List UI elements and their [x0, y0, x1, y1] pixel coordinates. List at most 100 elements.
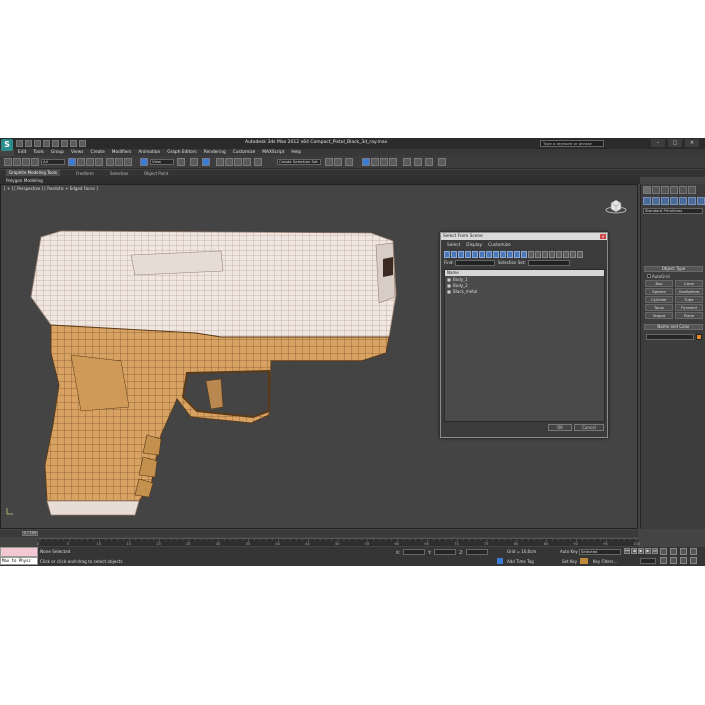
- undo-icon[interactable]: [4, 158, 12, 166]
- next-frame-icon[interactable]: ▶: [645, 548, 651, 554]
- motion-tab-icon[interactable]: [670, 186, 678, 194]
- children-icon[interactable]: [563, 251, 569, 258]
- object-color-swatch[interactable]: [696, 334, 702, 340]
- mirror-icon[interactable]: [325, 158, 333, 166]
- app-logo-icon[interactable]: S: [1, 139, 13, 151]
- menu-tools[interactable]: Tools: [33, 150, 44, 155]
- link-icon[interactable]: [13, 158, 21, 166]
- project-folder-icon[interactable]: [79, 140, 86, 147]
- autogrid-checkbox[interactable]: [647, 274, 651, 278]
- list-item[interactable]: Black_metal: [445, 289, 604, 295]
- list-view-icon[interactable]: [556, 251, 562, 258]
- cone-button[interactable]: Cone: [675, 280, 703, 287]
- pan-icon[interactable]: [670, 557, 677, 564]
- geosphere-button[interactable]: GeoSphere: [675, 288, 703, 295]
- material-editor-icon[interactable]: [389, 158, 397, 166]
- field-of-view-icon[interactable]: [660, 557, 667, 564]
- select-by-name-icon[interactable]: [77, 158, 85, 166]
- track-bar[interactable]: 0 5 10 15 20 25 30 35 40 45 50 55 60 65 70 75 80 85 90 95 10…: [37, 538, 640, 546]
- display-shapes-icon[interactable]: [451, 251, 457, 258]
- display-containers-icon[interactable]: [507, 251, 513, 258]
- previous-frame-icon[interactable]: ◀: [631, 548, 637, 554]
- viewcube[interactable]: [605, 198, 627, 214]
- select-rotate-icon[interactable]: [115, 158, 123, 166]
- pivot-center-icon[interactable]: [177, 158, 185, 166]
- menu-views[interactable]: Views: [71, 150, 83, 155]
- teapot-button[interactable]: Teapot: [645, 312, 673, 319]
- schematic-view-icon[interactable]: [380, 158, 388, 166]
- display-geometry-icon[interactable]: [444, 251, 450, 258]
- undo-icon[interactable]: [43, 140, 50, 147]
- tab-object-paint[interactable]: Object Paint: [144, 171, 168, 176]
- set-key-icon[interactable]: [580, 558, 588, 564]
- select-manipulate-icon[interactable]: [190, 158, 198, 166]
- torus-button[interactable]: Torus: [645, 304, 673, 311]
- time-slider[interactable]: 0 / 100: [0, 530, 638, 537]
- shapes-icon[interactable]: [652, 197, 660, 205]
- new-file-icon[interactable]: [16, 140, 23, 147]
- utilities-tab-icon[interactable]: [688, 186, 696, 194]
- name-column-header[interactable]: Name: [445, 270, 604, 276]
- minimize-button[interactable]: –: [651, 139, 665, 147]
- maxscript-input[interactable]: Max to Physc: [0, 557, 38, 565]
- select-move-icon[interactable]: [106, 158, 114, 166]
- reference-coord-icon[interactable]: [140, 158, 148, 166]
- reference-coord-dropdown[interactable]: View: [150, 159, 174, 165]
- render-teapot-icon[interactable]: [438, 158, 446, 166]
- angle-snap-icon[interactable]: [225, 158, 233, 166]
- open-file-icon[interactable]: [25, 140, 32, 147]
- sphere-button[interactable]: Sphere: [645, 288, 673, 295]
- display-none-icon[interactable]: [535, 251, 541, 258]
- selection-filter-dropdown[interactable]: All: [41, 159, 65, 165]
- bind-space-warp-icon[interactable]: [31, 158, 39, 166]
- menu-modifiers[interactable]: Modifiers: [112, 150, 132, 155]
- fetch-icon[interactable]: [70, 140, 77, 147]
- menu-maxscript[interactable]: MAXScript: [262, 150, 284, 155]
- menu-help[interactable]: Help: [291, 150, 301, 155]
- menu-graph-editors[interactable]: Graph Editors: [167, 150, 197, 155]
- keyboard-shortcut-toggle-icon[interactable]: [202, 158, 210, 166]
- curve-editor-icon[interactable]: [371, 158, 379, 166]
- dialog-menu-select[interactable]: Select: [447, 243, 460, 248]
- time-slider-thumb[interactable]: 0 / 100: [22, 531, 38, 536]
- dialog-menu-customize[interactable]: Customize: [488, 243, 511, 248]
- zoom-extents-all-icon[interactable]: [690, 548, 697, 555]
- modify-tab-icon[interactable]: [652, 186, 660, 194]
- pyramid-button[interactable]: Pyramid: [675, 304, 703, 311]
- tab-selection[interactable]: Selection: [110, 171, 128, 176]
- ribbon-panel-label[interactable]: Polygon Modeling: [6, 178, 43, 183]
- orbit-icon[interactable]: [680, 557, 687, 564]
- current-frame-field[interactable]: [640, 558, 656, 564]
- time-tag-icon[interactable]: [497, 558, 503, 564]
- object-type-rollout[interactable]: Object Type: [644, 266, 703, 272]
- primitive-type-dropdown[interactable]: Standard Primitives: [643, 208, 703, 214]
- menu-group[interactable]: Group: [51, 150, 64, 155]
- helpers-icon[interactable]: [679, 197, 687, 205]
- key-selection-dropdown[interactable]: Selected: [579, 549, 621, 555]
- plane-button[interactable]: Plane: [675, 312, 703, 319]
- cylinder-button[interactable]: Cylinder: [645, 296, 673, 303]
- maxscript-mini-listener[interactable]: [0, 547, 38, 557]
- zoom-icon[interactable]: [660, 548, 667, 555]
- zoom-extents-icon[interactable]: [680, 548, 687, 555]
- display-frozen-icon[interactable]: [514, 251, 520, 258]
- display-hidden-icon[interactable]: [521, 251, 527, 258]
- hierarchy-tab-icon[interactable]: [661, 186, 669, 194]
- object-name-field[interactable]: [646, 334, 694, 340]
- edit-named-selection-icon[interactable]: [254, 158, 262, 166]
- display-space-warps-icon[interactable]: [479, 251, 485, 258]
- search-input[interactable]: Type a keyword or phrase: [540, 140, 604, 147]
- space-warps-icon[interactable]: [688, 197, 696, 205]
- maximize-button[interactable]: □: [668, 139, 682, 147]
- display-groups-icon[interactable]: [486, 251, 492, 258]
- menu-rendering[interactable]: Rendering: [204, 150, 226, 155]
- select-object-icon[interactable]: [68, 158, 76, 166]
- go-to-start-icon[interactable]: ⏮: [624, 548, 630, 554]
- sync-selection-icon[interactable]: [549, 251, 555, 258]
- play-icon[interactable]: ▶: [638, 548, 644, 554]
- select-scale-icon[interactable]: [124, 158, 132, 166]
- systems-icon[interactable]: [697, 197, 705, 205]
- zoom-all-icon[interactable]: [670, 548, 677, 555]
- set-key-button[interactable]: Set Key: [562, 559, 577, 564]
- rendered-frame-window-icon[interactable]: [414, 158, 422, 166]
